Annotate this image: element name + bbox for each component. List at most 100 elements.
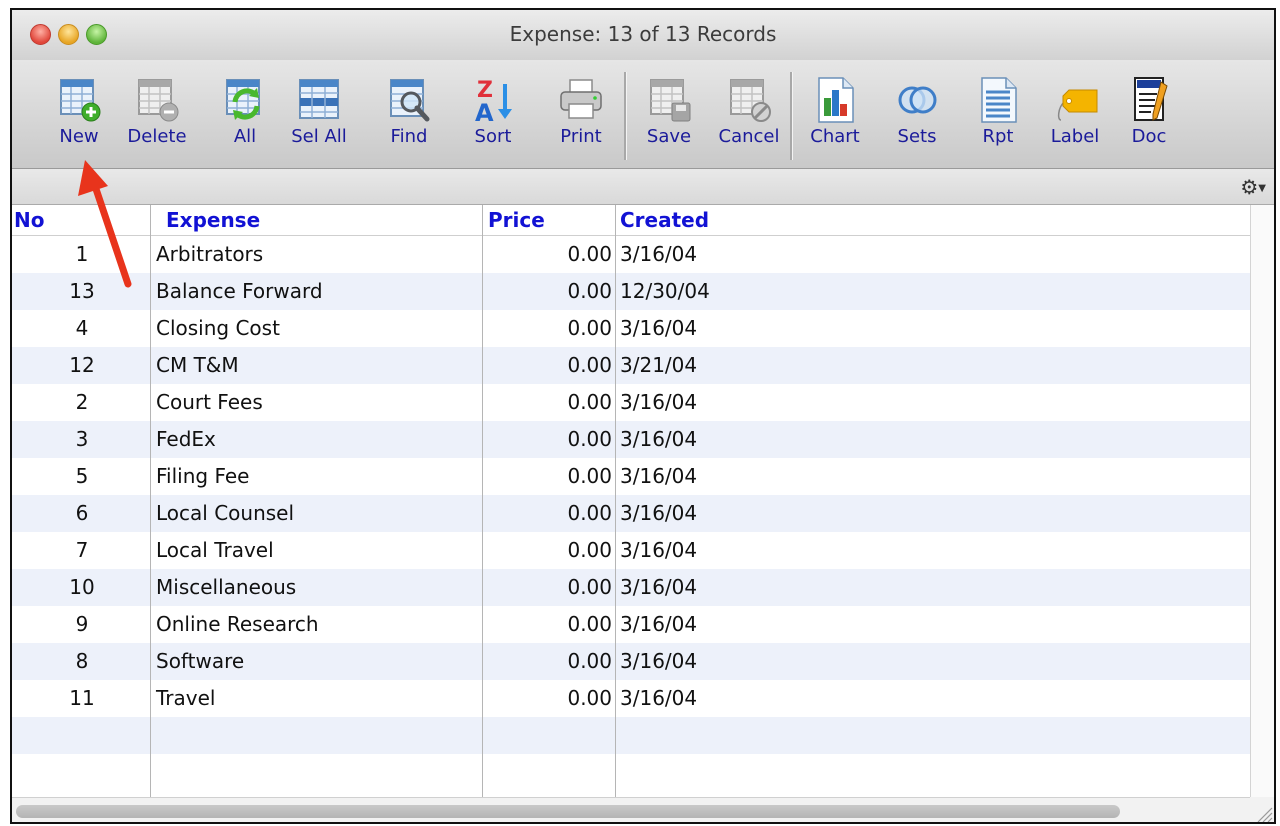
cell-price: 0.00 (567, 464, 612, 488)
cell-expense: Online Research (156, 612, 319, 636)
cell-created: 3/16/04 (620, 242, 698, 266)
table-row[interactable]: 1 Arbitrators 0.00 3/16/04 (12, 236, 1250, 273)
all-button[interactable]: All (208, 76, 282, 164)
new-icon (60, 79, 101, 122)
resize-grip[interactable] (1250, 797, 1274, 822)
cell-created: 3/16/04 (620, 464, 698, 488)
table-row[interactable]: 4 Closing Cost 0.00 3/16/04 (12, 310, 1250, 347)
save-label: Save (646, 126, 692, 147)
empty-row (12, 754, 1250, 791)
expense-window: Expense: 13 of 13 Records New Delete All… (10, 8, 1276, 824)
title-bar[interactable]: Expense: 13 of 13 Records (12, 10, 1274, 61)
label-button[interactable]: Label (1038, 76, 1112, 164)
delete-button[interactable]: Delete (120, 76, 194, 164)
table-row[interactable]: 2 Court Fees 0.00 3/16/04 (12, 384, 1250, 421)
table-row[interactable]: 6 Local Counsel 0.00 3/16/04 (12, 495, 1250, 532)
column-header-created[interactable]: Created (614, 205, 1014, 235)
cell-no: 6 (75, 501, 89, 525)
cell-expense: Local Counsel (156, 501, 295, 525)
sort-icon: Z A (475, 78, 512, 124)
cell-expense: Miscellaneous (156, 575, 297, 599)
new-button[interactable]: New (42, 76, 116, 164)
cell-price: 0.00 (567, 501, 612, 525)
table-row[interactable]: 13 Balance Forward 0.00 12/30/04 (12, 273, 1250, 310)
sort-button[interactable]: Z A Sort (456, 76, 530, 164)
cell-no: 1 (75, 242, 89, 266)
sel-all-icon (299, 79, 339, 119)
empty-row (12, 717, 1250, 754)
horizontal-scroll-thumb[interactable] (16, 805, 1120, 818)
cell-no: 2 (75, 390, 89, 414)
column-header-no[interactable]: No (12, 205, 152, 235)
cell-no: 3 (75, 427, 89, 451)
toolbar: New Delete All Sel All Find Z A Sort Pri… (12, 60, 1274, 169)
cell-expense: Local Travel (156, 538, 274, 562)
chart-label: Chart (810, 126, 860, 147)
cancel-button[interactable]: Cancel (712, 76, 786, 164)
cell-created: 3/16/04 (620, 501, 698, 525)
cell-expense: Arbitrators (156, 242, 264, 266)
toolbar-separator (790, 72, 793, 160)
table-row[interactable]: 3 FedEx 0.00 3/16/04 (12, 421, 1250, 458)
column-header-expense[interactable]: Expense (150, 205, 480, 235)
table-row[interactable]: 10 Miscellaneous 0.00 3/16/04 (12, 569, 1250, 606)
sets-icon (898, 86, 937, 114)
cell-created: 3/16/04 (620, 538, 698, 562)
filter-bar: ⚙▼ (12, 169, 1274, 205)
sel-all-label: Sel All (291, 126, 347, 147)
vertical-scrollbar[interactable] (1250, 205, 1274, 797)
find-button[interactable]: Find (372, 76, 446, 164)
column-divider (615, 205, 616, 797)
sets-label: Sets (897, 126, 937, 147)
save-button[interactable]: Save (632, 76, 706, 164)
cell-price: 0.00 (567, 316, 612, 340)
horizontal-scrollbar[interactable] (12, 797, 1250, 822)
cell-created: 3/16/04 (620, 316, 698, 340)
cell-price: 0.00 (567, 649, 612, 673)
cell-no: 4 (75, 316, 89, 340)
cell-no: 13 (69, 279, 95, 303)
cell-expense: Filing Fee (156, 464, 250, 488)
cell-no: 11 (69, 686, 95, 710)
table-row[interactable]: 5 Filing Fee 0.00 3/16/04 (12, 458, 1250, 495)
doc-button[interactable]: Doc (1112, 76, 1186, 164)
cell-created: 3/16/04 (620, 649, 698, 673)
cell-no: 8 (75, 649, 89, 673)
table-row[interactable]: 11 Travel 0.00 3/16/04 (12, 680, 1250, 717)
table-row[interactable]: 9 Online Research 0.00 3/16/04 (12, 606, 1250, 643)
cell-created: 12/30/04 (620, 279, 710, 303)
doc-icon (1134, 77, 1168, 121)
column-divider (482, 205, 483, 797)
action-menu-button[interactable]: ⚙▼ (1240, 175, 1266, 199)
table-row[interactable]: 8 Software 0.00 3/16/04 (12, 643, 1250, 680)
sel-all-button[interactable]: Sel All (282, 76, 356, 164)
table-header: No Expense Price Created (12, 205, 1250, 236)
cancel-label: Cancel (718, 126, 780, 147)
rpt-button[interactable]: Rpt (961, 76, 1035, 164)
cell-created: 3/16/04 (620, 612, 698, 636)
column-header-price[interactable]: Price (482, 205, 614, 235)
cell-expense: CM T&M (156, 353, 239, 377)
all-icon (226, 79, 260, 120)
cell-expense: Court Fees (156, 390, 263, 414)
window-title: Expense: 13 of 13 Records (509, 22, 777, 46)
cell-created: 3/16/04 (620, 390, 698, 414)
cell-no: 7 (75, 538, 89, 562)
chart-button[interactable]: Chart (798, 76, 872, 164)
chevron-down-icon: ▼ (1258, 183, 1266, 194)
table-row[interactable]: 12 CM T&M 0.00 3/21/04 (12, 347, 1250, 384)
save-icon (650, 79, 691, 122)
resize-grip-icon (1257, 807, 1273, 822)
table-row[interactable]: 7 Local Travel 0.00 3/16/04 (12, 532, 1250, 569)
label-icon (1057, 89, 1098, 121)
toolbar-separator (624, 72, 627, 160)
sets-button[interactable]: Sets (880, 76, 954, 164)
delete-icon (138, 79, 179, 122)
cell-price: 0.00 (567, 575, 612, 599)
cell-created: 3/16/04 (620, 575, 698, 599)
svg-text:A: A (475, 99, 494, 124)
column-divider (150, 205, 151, 797)
print-button[interactable]: Print (544, 76, 618, 164)
cancel-icon (730, 79, 771, 122)
cell-price: 0.00 (567, 353, 612, 377)
